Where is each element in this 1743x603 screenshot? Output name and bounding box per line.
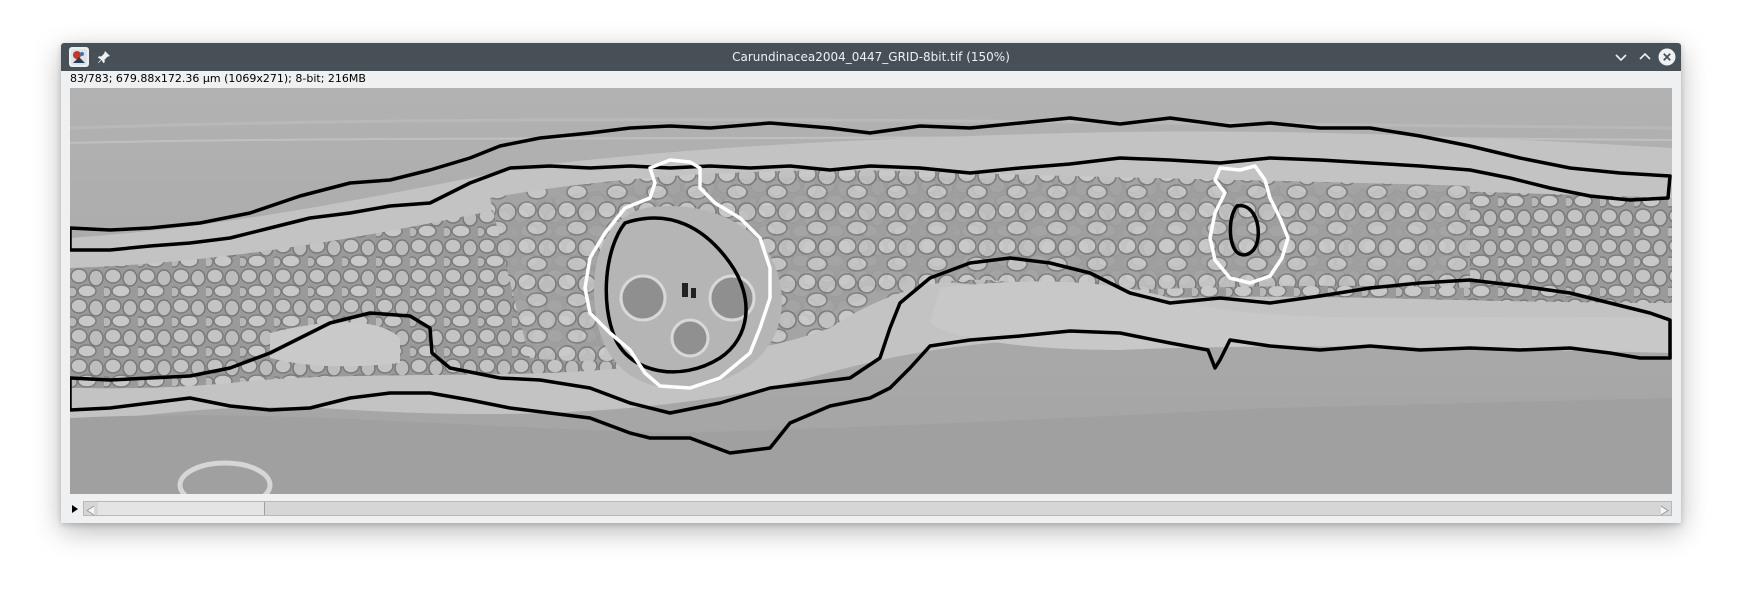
close-icon[interactable]: [1658, 48, 1676, 66]
window-title: Carundinacea2004_0447_GRID-8bit.tif (150…: [732, 50, 1010, 64]
minimize-icon[interactable]: [1612, 48, 1630, 66]
scroll-thumb[interactable]: [98, 502, 265, 515]
title-bar[interactable]: Carundinacea2004_0447_GRID-8bit.tif (150…: [61, 43, 1681, 71]
maximize-icon[interactable]: [1636, 48, 1654, 66]
play-animation-icon[interactable]: [70, 501, 80, 515]
image-window: Carundinacea2004_0447_GRID-8bit.tif (150…: [61, 43, 1681, 523]
scroll-right-icon[interactable]: [1657, 502, 1671, 516]
micro-ct-slice-image[interactable]: [70, 88, 1672, 494]
image-canvas[interactable]: [70, 88, 1672, 494]
bottom-bar: [61, 494, 1681, 523]
scroll-left-icon[interactable]: [84, 502, 98, 516]
image-info-status: 83/783; 679.88x172.36 µm (1069x271); 8-b…: [70, 72, 366, 85]
slice-scrollbar[interactable]: [83, 501, 1672, 516]
